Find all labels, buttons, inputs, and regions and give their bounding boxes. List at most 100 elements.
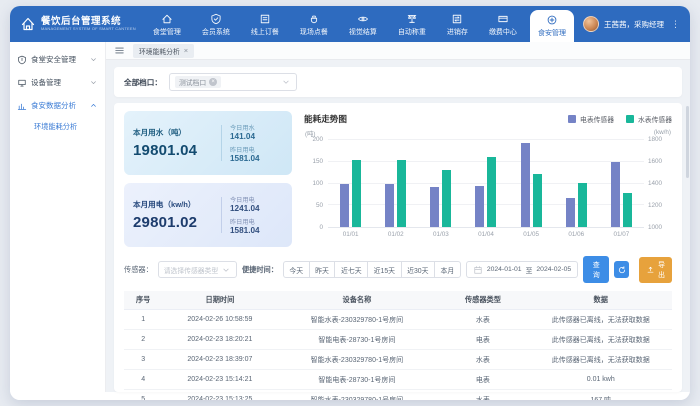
table-cell: 0.01 kwh xyxy=(530,370,673,390)
quick-date-button[interactable]: 近30天 xyxy=(401,261,435,278)
avatar xyxy=(583,16,599,32)
table-row: 52024-02-23 15:13:25智能水表-230329780-1号房间水… xyxy=(124,390,672,401)
collapse-sidebar-icon[interactable] xyxy=(114,45,125,56)
power-stat-value: 29801.02 xyxy=(133,214,219,231)
main-area: 环境能耗分析 × 全部档口： 测试档口 × xyxy=(106,42,690,392)
x-axis-label: 01/04 xyxy=(463,231,508,238)
table-row: 22024-02-23 18:20:21智能电表-28730-1号房间电表此传感… xyxy=(124,330,672,350)
date-range-picker[interactable]: 2024-01-01 至 2024-02-05 xyxy=(466,261,578,278)
nav-item-label: 视觉结算 xyxy=(349,27,377,37)
table-cell: 1 xyxy=(124,310,162,330)
app-window: 餐饮后台管理系统 MANAGEMENT SYSTEM OF SMART CANT… xyxy=(10,6,690,400)
tag-close-icon[interactable]: × xyxy=(209,78,217,86)
nav-item-label: 线上订餐 xyxy=(251,27,279,37)
quick-date-button[interactable]: 本月 xyxy=(434,261,461,278)
scrollbar-thumb[interactable] xyxy=(686,106,689,178)
bar-水表传感器 xyxy=(487,157,496,227)
table-cell: 电表 xyxy=(436,330,529,350)
bar-group xyxy=(328,140,373,227)
nav-item-online-order[interactable]: 线上订餐 xyxy=(243,6,287,42)
nav-item-vision-checkout[interactable]: 视觉结算 xyxy=(341,6,385,42)
table-cell: 智能电表-28730-1号房间 xyxy=(277,370,436,390)
tab-env-energy-analysis[interactable]: 环境能耗分析 × xyxy=(133,44,194,58)
left-axis-ticks: 200150100500 xyxy=(304,140,328,228)
table-cell: 2024-02-23 18:39:07 xyxy=(162,350,277,370)
divider xyxy=(221,125,222,161)
kebab-menu-icon[interactable]: ⋮ xyxy=(669,19,682,30)
sidebar-item-label: 食堂安全管理 xyxy=(31,54,76,65)
quick-date-button[interactable]: 今天 xyxy=(283,261,310,278)
power-today-label: 今日用电 xyxy=(230,195,260,204)
table-cell: 智能水表-230329780-1号房间 xyxy=(277,350,436,370)
table-cell: 智能水表-230329780-1号房间 xyxy=(277,390,436,401)
water-stat-card: 本月用水（吨） 19801.04 今日用水 141.04 昨日用电 xyxy=(124,111,292,175)
nav-item-food-safety[interactable]: 食安管理 xyxy=(530,10,574,42)
table-header-cell: 日期时间 xyxy=(162,291,277,310)
export-button[interactable]: 导出 xyxy=(639,257,672,283)
sidebar-item-label: 设备管理 xyxy=(31,77,61,88)
x-axis-label: 01/06 xyxy=(554,231,599,238)
nav-item-payment[interactable]: 缴费中心 xyxy=(481,6,525,42)
sensor-select[interactable]: 请选择传感器类型 xyxy=(158,261,237,278)
table-row: 12024-02-26 10:58:59智能水表-230329780-1号房间水… xyxy=(124,310,672,330)
nav-item-canteen[interactable]: 食堂管理 xyxy=(145,6,189,42)
close-icon[interactable]: × xyxy=(184,46,188,55)
logo-icon xyxy=(20,16,36,32)
axis-tick: 200 xyxy=(312,136,323,143)
stall-select[interactable]: 测试档口 × xyxy=(169,73,297,91)
sidebar-item-label: 食安数据分析 xyxy=(31,100,76,111)
bar-group xyxy=(418,140,463,227)
nav-item-member[interactable]: 会员系统 xyxy=(194,6,238,42)
stall-filter-label: 全部档口： xyxy=(124,77,162,88)
nav-item-auto-weigh[interactable]: 自动称重 xyxy=(390,6,434,42)
water-yesterday-value: 1581.04 xyxy=(230,154,260,163)
legend-label: 电表传感器 xyxy=(580,114,614,124)
refresh-button[interactable] xyxy=(614,261,629,278)
water-yesterday-label: 昨日用电 xyxy=(230,145,260,154)
axis-tick: 1600 xyxy=(648,158,662,165)
table-cell: 2024-02-26 10:58:59 xyxy=(162,310,277,330)
bar-group xyxy=(599,140,644,227)
nav-item-label: 进销存 xyxy=(447,27,468,37)
table-header-cell: 序号 xyxy=(124,291,162,310)
vision-checkout-icon xyxy=(357,13,369,25)
payment-icon xyxy=(497,13,509,25)
water-today-label: 今日用水 xyxy=(230,123,260,132)
sidebar-item[interactable]: 食堂安全管理 xyxy=(10,48,105,71)
table-cell: 智能水表-230329780-1号房间 xyxy=(277,310,436,330)
quick-date-button[interactable]: 昨天 xyxy=(309,261,336,278)
content-card: 本月用水（吨） 19801.04 今日用水 141.04 昨日用电 xyxy=(114,103,682,392)
auto-weigh-icon xyxy=(406,13,418,25)
query-button[interactable]: 查询 xyxy=(583,256,609,283)
sidebar: 食堂安全管理设备管理食安数据分析环境能耗分析 xyxy=(10,42,106,392)
chevron-down-icon xyxy=(281,77,291,87)
nav-item-dine-in[interactable]: 现场点餐 xyxy=(292,6,336,42)
quick-date-button[interactable]: 近七天 xyxy=(334,261,368,278)
online-order-icon xyxy=(259,13,271,25)
date-separator: 至 xyxy=(526,265,533,275)
nav-item-inventory[interactable]: 进销存 xyxy=(439,6,476,42)
sensor-data-table: 序号日期时间设备名称传感器类型数据 12024-02-26 10:58:59智能… xyxy=(124,291,672,400)
table-cell: 水表 xyxy=(436,310,529,330)
axis-tick: 1000 xyxy=(648,224,662,231)
legend-item[interactable]: 电表传感器 xyxy=(568,114,614,124)
bar-group xyxy=(554,140,599,227)
sidebar-item[interactable]: 设备管理 xyxy=(10,71,105,94)
sidebar-item[interactable]: 食安数据分析 xyxy=(10,94,105,117)
chart-legend: 电表传感器 水表传感器 xyxy=(568,114,672,124)
dine-in-icon xyxy=(308,13,320,25)
quick-date-button[interactable]: 近15天 xyxy=(367,261,401,278)
tab-label: 环境能耗分析 xyxy=(139,46,180,56)
axis-tick: 150 xyxy=(312,158,323,165)
table-cell: 4 xyxy=(124,370,162,390)
legend-item[interactable]: 水表传感器 xyxy=(626,114,672,124)
bar-group xyxy=(463,140,508,227)
table-cell: 5 xyxy=(124,390,162,401)
sensor-placeholder: 请选择传感器类型 xyxy=(164,265,218,275)
x-axis-label: 01/05 xyxy=(509,231,554,238)
nav-item-label: 缴费中心 xyxy=(489,27,517,37)
user-menu[interactable]: 王茜茜，采购经理 ⋮ xyxy=(583,6,682,42)
sidebar-subitem[interactable]: 环境能耗分析 xyxy=(10,117,105,137)
bar-水表传感器 xyxy=(442,170,451,227)
legend-swatch xyxy=(568,115,576,123)
